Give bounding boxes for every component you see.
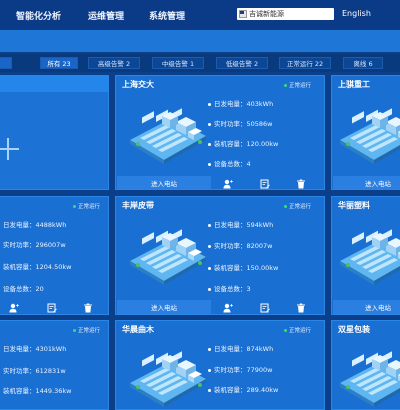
brand-name: 吉诚新能源 xyxy=(249,10,284,18)
language-switch[interactable]: English xyxy=(342,9,371,18)
nav-smart-analysis[interactable]: 智能化分析 xyxy=(16,9,61,22)
card-footer xyxy=(0,300,108,315)
brand-selector[interactable]: 吉诚新能源 xyxy=(237,8,334,20)
station-card-fengan: 丰岸皮带 正常运行 日发电量：594kWh 实时功率：82007w 装机容量：1… xyxy=(115,196,325,315)
filter-high-alarm[interactable]: 高级告警 2 xyxy=(88,57,140,69)
status-dot-icon xyxy=(73,329,76,332)
solar-plant-icon xyxy=(126,102,208,164)
status-dot-icon xyxy=(284,84,287,87)
card-header: 正常运行 xyxy=(0,321,108,337)
filter-low-alarm[interactable]: 低级告警 2 xyxy=(216,57,268,69)
device-count: 设备总数：4 xyxy=(208,158,251,168)
delete-icon[interactable] xyxy=(83,303,93,313)
edit-icon[interactable] xyxy=(260,179,270,189)
station-card-huali: 华丽塑料 进入电站 xyxy=(331,196,400,315)
card-header: 华丽塑料 xyxy=(332,197,400,213)
station-name: 华晨曲木 xyxy=(122,325,154,334)
station-card-left-2: 正常运行 日发电量：4488kWh 实时功率：296007w 装机容量：1204… xyxy=(0,196,109,315)
add-user-icon[interactable] xyxy=(9,303,19,313)
card-footer: 进入电站 xyxy=(116,176,324,189)
filter-offline[interactable]: 离线 6 xyxy=(343,57,383,69)
filter-normal[interactable]: 正常运行 22 xyxy=(279,57,331,69)
filter-bar: 所有 23 高级告警 2 中级告警 1 低级告警 2 正常运行 22 离线 6 xyxy=(0,54,400,72)
delete-icon[interactable] xyxy=(296,179,306,189)
delete-icon[interactable] xyxy=(296,303,306,313)
filter-mid-alarm[interactable]: 中级告警 1 xyxy=(152,57,204,69)
installed-capacity: 装机容量：150.00kw xyxy=(208,262,278,272)
solar-plant-icon xyxy=(336,345,400,407)
edit-icon[interactable] xyxy=(47,303,57,313)
installed-capacity: 装机容量：120.00kw xyxy=(208,138,278,148)
plus-icon[interactable] xyxy=(0,138,19,160)
device-count: 设备总数：20 xyxy=(3,285,44,293)
station-card-shanghai-jiaoda: 上海交大 正常运行 日发电量：403kWh 实时功率：50586w 装机容量：1… xyxy=(115,75,325,190)
filter-all[interactable]: 所有 23 xyxy=(40,57,78,69)
nav-system-management[interactable]: 系统管理 xyxy=(149,9,185,22)
status-badge: 正常运行 xyxy=(284,202,311,210)
nav-operations[interactable]: 运维管理 xyxy=(88,9,124,22)
header-band xyxy=(0,30,400,52)
add-user-icon[interactable] xyxy=(223,179,233,189)
add-user-icon[interactable] xyxy=(223,303,233,313)
card-footer: 进入电站 xyxy=(332,176,400,189)
card-header: 华晨曲木 正常运行 xyxy=(116,321,324,337)
daily-generation: 日发电量：4488kWh xyxy=(3,221,67,229)
station-card-huachen: 华晨曲木 正常运行 日发电量：874kWh 实时功率：77900w 装机容量：2… xyxy=(115,320,325,410)
enter-station-button[interactable]: 进入电站 xyxy=(333,300,400,314)
installed-capacity: 装机容量：289.40kw xyxy=(208,384,278,394)
card-header: 上海交大 正常运行 xyxy=(116,76,324,92)
station-card-shangqi: 上骐重工 进入电站 xyxy=(331,75,400,190)
card-header: 正常运行 xyxy=(0,197,108,213)
card-header: 上骐重工 xyxy=(332,76,400,92)
status-dot-icon xyxy=(73,205,76,208)
realtime-power: 实时功率：296007w xyxy=(3,241,66,249)
flag-icon xyxy=(239,10,247,18)
station-name: 双星包装 xyxy=(338,325,370,334)
card-header: 双星包装 xyxy=(332,321,400,337)
enter-station-button[interactable]: 进入电站 xyxy=(117,300,211,314)
daily-generation: 日发电量：403kWh xyxy=(208,98,273,108)
edit-icon[interactable] xyxy=(260,303,270,313)
station-name: 丰岸皮带 xyxy=(122,201,154,210)
solar-plant-icon xyxy=(336,223,400,285)
station-name: 华丽塑料 xyxy=(338,201,370,210)
station-name: 上海交大 xyxy=(122,80,154,89)
card-header: 丰岸皮带 正常运行 xyxy=(116,197,324,213)
station-name: 上骐重工 xyxy=(338,80,370,89)
installed-capacity: 装机容量：1449.36kw xyxy=(3,387,72,395)
installed-capacity: 装机容量：1204.50kw xyxy=(3,263,72,271)
filter-partial-tab[interactable] xyxy=(0,57,12,69)
status-badge: 正常运行 xyxy=(284,81,311,89)
daily-generation: 日发电量：4301kWh xyxy=(3,345,67,353)
status-badge: 正常运行 xyxy=(73,326,100,334)
add-station-card[interactable] xyxy=(0,75,109,190)
solar-plant-icon xyxy=(126,345,208,407)
status-badge: 正常运行 xyxy=(73,202,100,210)
solar-plant-icon xyxy=(126,223,208,285)
station-card-shuangxing: 双星包装 xyxy=(331,320,400,410)
solar-plant-icon xyxy=(336,102,400,164)
enter-station-button[interactable]: 进入电站 xyxy=(333,176,400,189)
top-nav-bar: 智能化分析 运维管理 系统管理 吉诚新能源 English xyxy=(0,0,400,30)
card-footer: 进入电站 xyxy=(332,300,400,314)
daily-generation: 日发电量：874kWh xyxy=(208,343,273,353)
realtime-power: 实时功率：77900w xyxy=(208,364,273,374)
realtime-power: 实时功率：82007w xyxy=(208,240,273,250)
device-count: 设备总数：3 xyxy=(208,283,251,293)
realtime-power: 实时功率：50586w xyxy=(208,118,273,128)
realtime-power: 实时功率：612831w xyxy=(3,367,66,375)
card-footer: 进入电站 xyxy=(116,300,324,314)
enter-station-button[interactable]: 进入电站 xyxy=(117,176,211,189)
add-card-header xyxy=(0,76,108,92)
status-badge: 正常运行 xyxy=(284,326,311,334)
station-card-left-3: 正常运行 日发电量：4301kWh 实时功率：612831w 装机容量：1449… xyxy=(0,320,109,410)
status-dot-icon xyxy=(284,205,287,208)
daily-generation: 日发电量：594kWh xyxy=(208,219,273,229)
status-dot-icon xyxy=(284,329,287,332)
